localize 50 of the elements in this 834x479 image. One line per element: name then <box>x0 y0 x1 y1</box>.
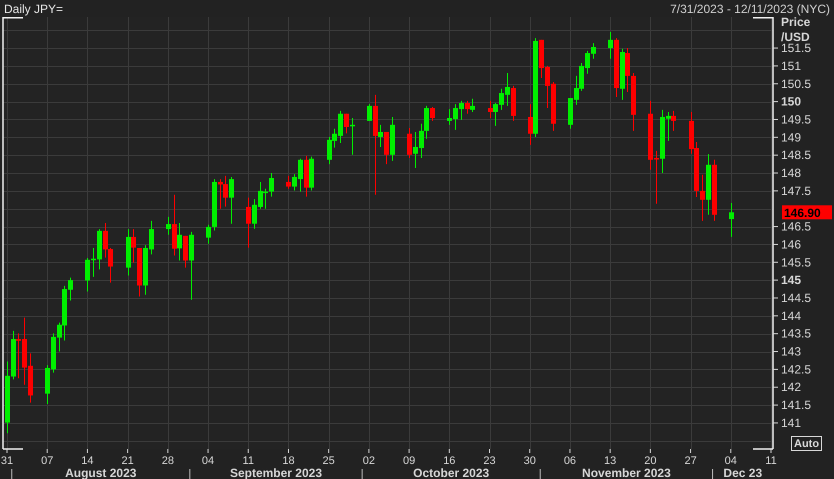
month-label: October 2023 <box>413 466 490 479</box>
axis-tick-label: 02 <box>362 455 376 467</box>
chart-title: Daily JPY= <box>4 2 64 16</box>
axis-tick-label: 148 <box>781 166 802 180</box>
axis-tick-label: 27 <box>684 455 697 467</box>
axis-tick-label: 142.5 <box>781 362 812 376</box>
axis-tick-label: 150 <box>781 94 802 109</box>
axis-tick-label: 141 <box>781 416 802 430</box>
axis-tick-label: 145 <box>781 273 802 288</box>
last-price-tag: 146.90 <box>782 205 832 220</box>
axis-tick-label: 30 <box>524 455 536 467</box>
axis-tick-label: 14 <box>81 455 94 467</box>
axis-tick-label: 145.5 <box>781 255 812 270</box>
axis-tick-label: 21 <box>122 455 134 467</box>
axis-tick-label: 144 <box>781 308 802 323</box>
axis-tick-label: 151.5 <box>781 41 812 56</box>
date-range: 7/31/2023 - 12/11/2023 (NYC) <box>670 2 830 16</box>
axis-tick-label: 141.5 <box>781 398 812 412</box>
month-label: November 2023 <box>582 466 671 479</box>
axis-tick-label: 18 <box>282 455 295 467</box>
axis-tick-label: 151 <box>781 58 802 73</box>
axis-tick-label: 143 <box>781 344 802 359</box>
axis-tick-label: 144.5 <box>781 290 812 305</box>
axis-tick-label: 23 <box>483 455 496 467</box>
month-label: Dec 23 <box>723 466 762 479</box>
axis-tick-label: 25 <box>322 455 335 467</box>
candlestick <box>729 202 734 238</box>
axis-tick-label: 143.5 <box>781 326 812 341</box>
axis-tick-label: 16 <box>443 455 456 467</box>
axis-tick-label: 06 <box>564 455 576 467</box>
axis-tick-label: 04 <box>202 455 214 467</box>
axis-tick-label: 150.5 <box>781 76 812 91</box>
auto-scale-button[interactable]: Auto <box>791 436 822 451</box>
axis-tick-label: 148.5 <box>781 148 812 162</box>
axis-tick-label: 149.5 <box>781 112 812 126</box>
axis-tick-label: 13 <box>604 455 616 467</box>
axis-tick-label: 20 <box>644 455 656 467</box>
axis-tick-label: 142 <box>781 380 802 394</box>
axis-tick-label: 28 <box>162 455 174 467</box>
axis-tick-label: 31 <box>0 455 14 467</box>
axis-tick-label: 147.5 <box>781 184 812 198</box>
axis-tick-label: 11 <box>242 455 254 467</box>
axis-tick-label: 146 <box>781 237 802 252</box>
axis-tick-label: 04 <box>724 455 737 467</box>
axis-tick-label: 09 <box>402 455 416 467</box>
axis-title: Price /USD <box>781 17 810 44</box>
axis-tick-label: 07 <box>41 455 54 467</box>
axis-tick-label: 149 <box>781 130 802 144</box>
axis-tick-label: 146.5 <box>781 220 812 234</box>
axis-tick-label: 11 <box>765 455 777 467</box>
